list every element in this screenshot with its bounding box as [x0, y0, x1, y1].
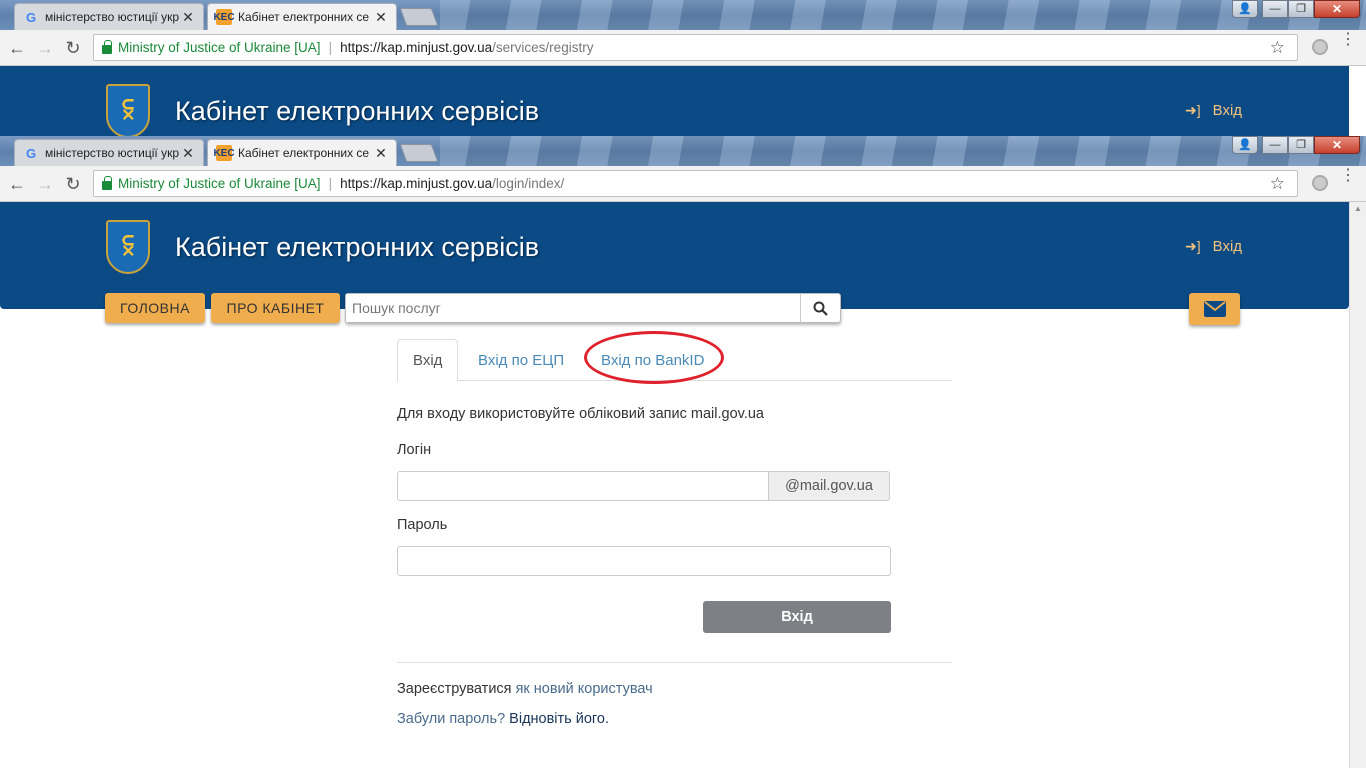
tab-strip: G міністерство юстиції укр ✕ KEC Кабінет… — [0, 0, 1366, 30]
password-label: Пароль — [397, 517, 448, 533]
google-icon: G — [25, 9, 37, 25]
window-controls: 👤 — ❐ ✕ — [1232, 0, 1360, 18]
window-controls: 👤 — ❐ ✕ — [1232, 136, 1360, 154]
minimize-button[interactable]: — — [1262, 136, 1288, 154]
close-icon[interactable]: ✕ — [181, 9, 195, 26]
close-window-button[interactable]: ✕ — [1314, 0, 1360, 18]
divider: | — [328, 40, 333, 55]
sign-in-icon: ➜] — [1185, 238, 1201, 254]
coat-of-arms-icon[interactable]: ⫁ — [106, 220, 150, 274]
divider — [397, 662, 952, 663]
tab-title: Кабінет електронних се — [238, 146, 370, 160]
login-input[interactable] — [397, 471, 769, 501]
menu-icon[interactable]: ⋮ — [1340, 168, 1356, 184]
kes-favicon-icon: KEC — [213, 145, 235, 161]
close-window-button[interactable]: ✕ — [1314, 136, 1360, 154]
register-line: Зареєструватися як новий користувач — [397, 681, 653, 697]
kes-favicon-icon: KEC — [213, 9, 235, 25]
header-login-link[interactable]: ➜] Вхід — [1185, 238, 1242, 255]
tab-cabinet[interactable]: KEC Кабінет електронних се ✕ — [207, 3, 397, 30]
site-title: Кабінет електронних сервісів — [175, 96, 540, 126]
search-icon — [813, 301, 828, 316]
header-login-label: Вхід — [1212, 102, 1243, 119]
url-path: /login/index/ — [492, 176, 565, 191]
address-bar[interactable]: Ministry of Justice of Ukraine [UA] | ht… — [93, 170, 1298, 197]
tab-title: міністерство юстиції укр — [45, 146, 179, 160]
register-prefix: Зареєструватися — [397, 681, 512, 697]
lock-icon — [102, 175, 112, 190]
reload-icon[interactable]: ↻ — [62, 37, 84, 59]
envelope-icon — [1203, 301, 1226, 317]
tab-login[interactable]: Вхід — [397, 339, 459, 382]
tab-cabinet[interactable]: KEC Кабінет електронних се ✕ — [207, 139, 397, 166]
mail-button[interactable] — [1189, 293, 1240, 325]
google-icon: G — [25, 145, 37, 161]
extension-icon[interactable] — [1312, 175, 1328, 191]
nav-about-button[interactable]: ПРО КАБІНЕТ — [211, 293, 340, 323]
browser-toolbar: ← → ↻ Ministry of Justice of Ukraine [UA… — [0, 166, 1366, 202]
menu-icon[interactable]: ⋮ — [1340, 32, 1356, 48]
header-login-link[interactable]: ➜] Вхід — [1185, 102, 1242, 119]
url-path: /services/registry — [492, 40, 594, 55]
close-icon[interactable]: ✕ — [181, 145, 195, 162]
bookmark-star-icon[interactable]: ☆ — [1270, 174, 1285, 194]
login-label: Логін — [397, 442, 432, 458]
forward-icon[interactable]: → — [34, 173, 56, 195]
highlight-circle — [584, 331, 724, 384]
divider: | — [328, 176, 333, 191]
header-login-label: Вхід — [1212, 238, 1243, 255]
close-icon[interactable]: ✕ — [374, 145, 388, 162]
scroll-up-icon[interactable]: ▲ — [1354, 204, 1362, 213]
browser-window-registry: G міністерство юстиції укр ✕ KEC Кабінет… — [0, 0, 1366, 136]
tab-google-search[interactable]: G міністерство юстиції укр ✕ — [14, 139, 204, 166]
sign-in-icon: ➜] — [1185, 102, 1201, 118]
search-input[interactable] — [346, 294, 800, 322]
forgot-prefix: Забули пароль? — [397, 711, 506, 727]
restore-button[interactable]: ❐ — [1288, 0, 1314, 18]
restore-button[interactable]: ❐ — [1288, 136, 1314, 154]
tab-google-search[interactable]: G міністерство юстиції укр ✕ — [14, 3, 204, 30]
address-bar[interactable]: Ministry of Justice of Ukraine [UA] | ht… — [93, 34, 1298, 61]
user-icon[interactable]: 👤 — [1232, 0, 1258, 18]
search-button[interactable] — [800, 294, 840, 322]
nav-home-button[interactable]: ГОЛОВНА — [105, 293, 205, 323]
back-icon[interactable]: ← — [6, 173, 28, 195]
tab-title: міністерство юстиції укр — [45, 10, 179, 24]
tab-login-ecp[interactable]: Вхід по ЕЦП — [463, 339, 579, 381]
user-icon[interactable]: 👤 — [1232, 136, 1258, 154]
url-host: https://kap.minjust.gov.ua — [340, 40, 493, 55]
minimize-button[interactable]: — — [1262, 0, 1288, 18]
password-input[interactable] — [397, 546, 891, 576]
close-icon[interactable]: ✕ — [374, 9, 388, 26]
bookmark-star-icon[interactable]: ☆ — [1270, 38, 1285, 58]
new-tab-button[interactable] — [399, 8, 439, 26]
register-link[interactable]: як новий користувач — [516, 681, 653, 697]
reload-icon[interactable]: ↻ — [62, 173, 84, 195]
site-title: Кабінет електронних сервісів — [175, 232, 540, 262]
new-tab-button[interactable] — [399, 144, 439, 162]
login-info-text: Для входу використовуйте обліковий запис… — [397, 406, 764, 422]
extension-icon[interactable] — [1312, 39, 1328, 55]
browser-window-login: G міністерство юстиції укр ✕ KEC Кабінет… — [0, 136, 1366, 768]
tab-strip: G міністерство юстиції укр ✕ KEC Кабінет… — [0, 136, 1366, 166]
forward-icon[interactable]: → — [34, 37, 56, 59]
back-icon[interactable]: ← — [6, 37, 28, 59]
site-identity: Ministry of Justice of Ukraine [UA] — [118, 40, 321, 55]
browser-toolbar: ← → ↻ Ministry of Justice of Ukraine [UA… — [0, 30, 1366, 66]
forgot-password-link[interactable]: Відновіть його. — [509, 711, 609, 727]
service-search — [345, 293, 841, 323]
url-host: https://kap.minjust.gov.ua — [340, 176, 493, 191]
login-submit-button[interactable]: Вхід — [703, 601, 891, 633]
page-scrollbar[interactable]: ▲ — [1349, 202, 1366, 768]
site-header: ⫁ Кабінет електронних сервісів ➜] Вхід — [0, 66, 1349, 136]
forgot-line: Забули пароль? Відновіть його. — [397, 711, 609, 727]
mail-domain-addon: @mail.gov.ua — [768, 471, 890, 501]
site-identity: Ministry of Justice of Ukraine [UA] — [118, 176, 321, 191]
tab-title: Кабінет електронних се — [238, 10, 370, 24]
coat-of-arms-icon[interactable]: ⫁ — [106, 84, 150, 136]
lock-icon — [102, 39, 112, 54]
